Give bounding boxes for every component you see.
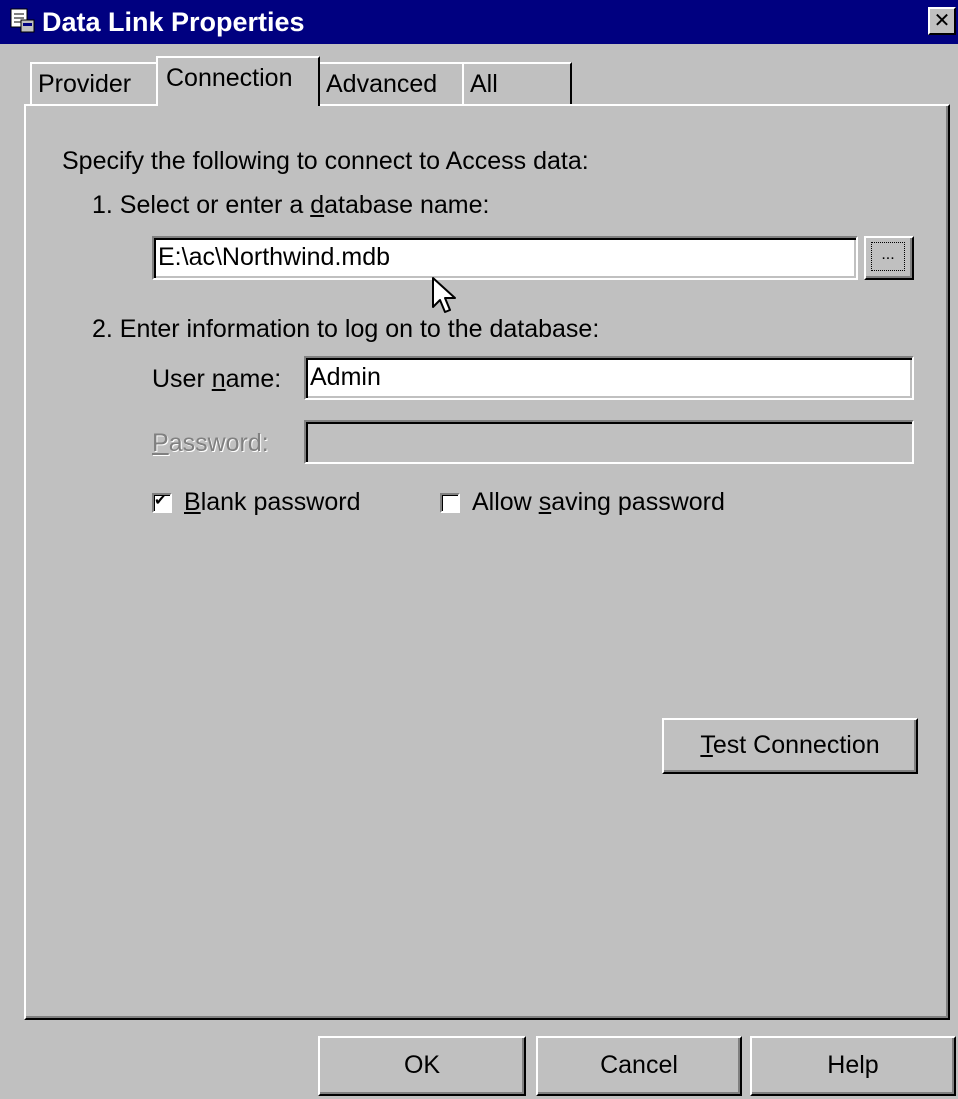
test-connection-button[interactable]: Test Connection — [662, 718, 918, 774]
password-input[interactable] — [304, 420, 914, 464]
ok-button[interactable]: OK — [318, 1036, 526, 1096]
tab-label: Advanced — [326, 70, 438, 98]
connection-panel: Specify the following to connect to Acce… — [24, 104, 950, 1020]
browse-button[interactable]: ... — [864, 236, 914, 280]
database-name-input[interactable]: E:\ac\Northwind.mdb — [152, 236, 858, 280]
tab-connection[interactable]: Connection — [156, 56, 320, 106]
help-button[interactable]: Help — [750, 1036, 956, 1096]
data-link-icon — [10, 8, 36, 34]
step2-label: 2. Enter information to log on to the da… — [92, 315, 600, 343]
tab-label: All — [470, 70, 498, 98]
tab-provider[interactable]: Provider — [30, 62, 158, 106]
user-name-label: User name: — [152, 365, 282, 393]
title-bar: Data Link Properties ✕ — [0, 0, 958, 44]
tab-advanced[interactable]: Advanced — [318, 62, 464, 106]
close-button[interactable]: ✕ — [928, 7, 956, 35]
checkbox-box[interactable]: ✔ — [152, 491, 172, 513]
blank-password-label[interactable]: Blank password — [184, 487, 361, 517]
allow-saving-password-label[interactable]: Allow saving password — [472, 487, 725, 517]
close-icon: ✕ — [933, 8, 951, 32]
step1-label: 1. Select or enter a database name: — [92, 191, 490, 219]
window-title: Data Link Properties — [42, 7, 305, 37]
tab-label: Connection — [166, 64, 293, 92]
check-icon: ✔ — [154, 491, 167, 509]
checkbox-box[interactable] — [440, 493, 460, 513]
tab-label: Provider — [38, 70, 132, 98]
user-name-input[interactable]: Admin — [304, 356, 914, 400]
cancel-button[interactable]: Cancel — [536, 1036, 742, 1096]
tab-all[interactable]: All — [462, 62, 572, 106]
browse-label: ... — [871, 242, 905, 271]
mouse-pointer-icon — [432, 277, 456, 313]
password-label: Password: — [152, 429, 269, 457]
intro-text: Specify the following to connect to Acce… — [62, 147, 589, 175]
